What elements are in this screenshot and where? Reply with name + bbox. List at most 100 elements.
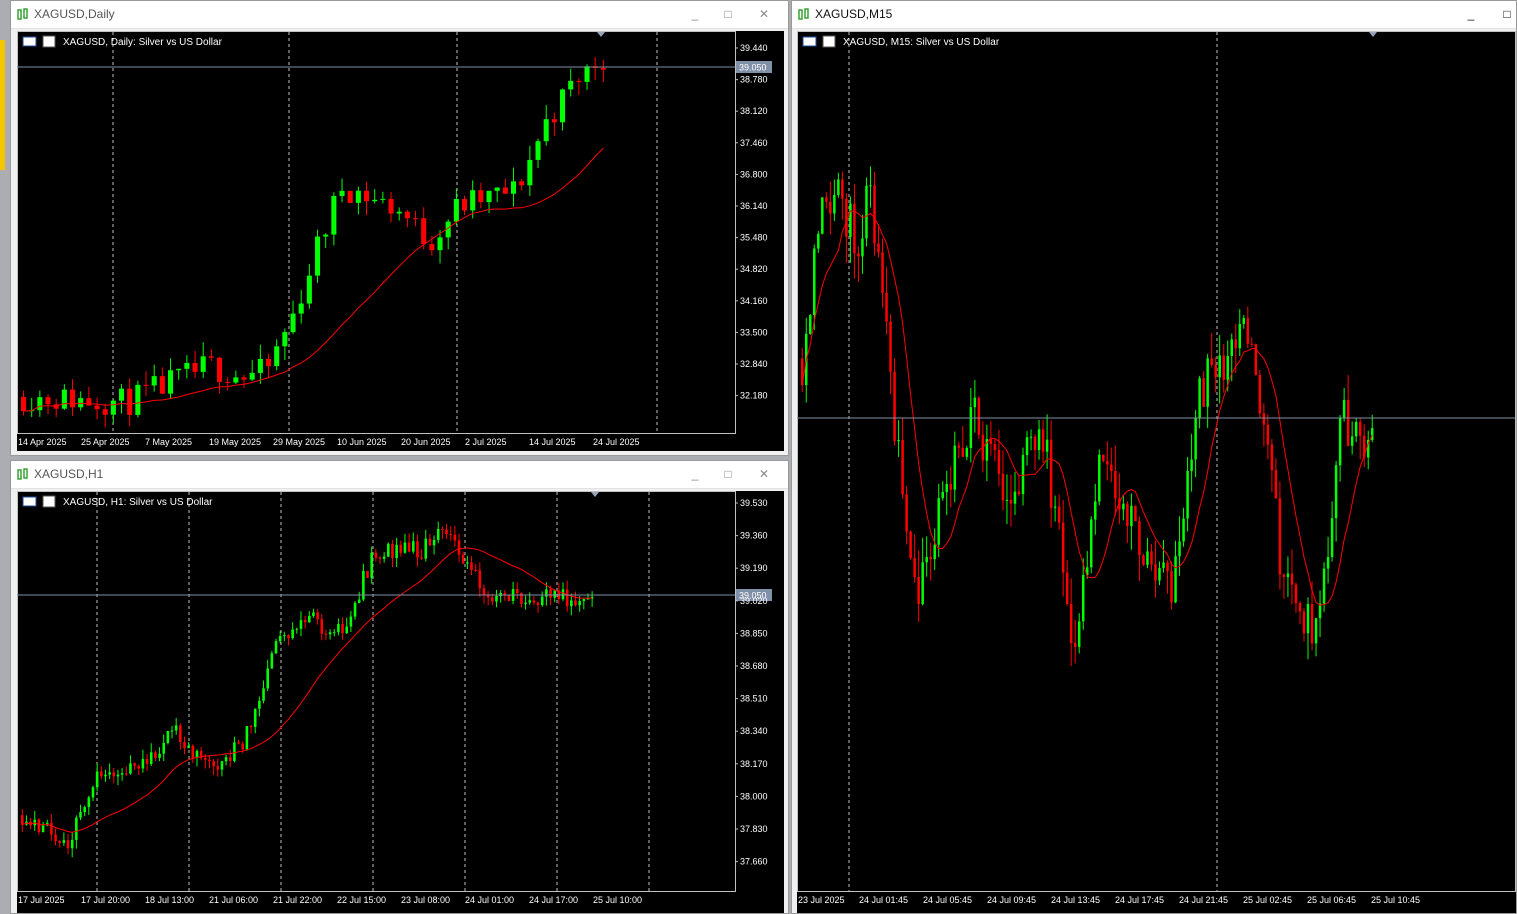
candle-body <box>1106 461 1109 465</box>
chart-window-h1[interactable]: XAGUSD,H1 _ □ ✕ 39.050 39.530 39.360 39.190… <box>10 460 789 914</box>
candle-body <box>179 725 182 743</box>
chart-canvas[interactable]: 39.050 39.440 38.780 38.120 37.460 36.800 36.1… <box>17 31 784 451</box>
price-chart-m15[interactable]: 23 Jul 2025 24 Jul 01:45 24 Jul 05:45 24 Ju… <box>797 31 1517 914</box>
candle-body <box>1186 471 1189 519</box>
plot-frame <box>17 31 736 434</box>
candle-body <box>527 159 533 186</box>
candle-body <box>1278 498 1282 575</box>
candle-body <box>1090 519 1093 568</box>
candle-body <box>1318 603 1322 619</box>
minimize-button[interactable]: _ <box>686 5 704 23</box>
y-tick-label: 38.170 <box>740 759 768 769</box>
x-tick-label: 14 Apr 2025 <box>18 437 67 447</box>
candle-body <box>1021 455 1025 495</box>
candle-body <box>961 447 965 457</box>
candle-body <box>1206 358 1209 407</box>
window-title: XAGUSD,Daily <box>34 7 115 21</box>
candle-body <box>249 726 253 728</box>
candle-body <box>901 439 904 495</box>
minimize-button[interactable]: _ <box>686 465 704 483</box>
candle-body <box>921 562 924 605</box>
candle-body <box>885 292 888 322</box>
candle-body <box>1350 436 1354 446</box>
candle-body <box>1098 454 1101 502</box>
candle-body <box>436 528 440 540</box>
candle-body <box>568 80 574 90</box>
chart-trade-icon <box>42 495 56 508</box>
candle-body <box>295 628 299 630</box>
chart-window-m15[interactable]: XAGUSD,M15 _ □ 23 Jul 2025 24 Jul 01:45 24… <box>791 0 1517 914</box>
candle-body <box>116 774 120 777</box>
candle-body <box>549 589 552 598</box>
maximize-button[interactable]: □ <box>719 5 737 23</box>
y-tick-label: 38.340 <box>740 726 768 736</box>
candle-body <box>913 557 916 578</box>
candle-body <box>1262 413 1266 425</box>
chart-trade-icon <box>822 35 836 48</box>
minimize-button[interactable]: _ <box>1462 5 1480 23</box>
candle-body <box>925 556 928 563</box>
maximize-button[interactable]: □ <box>719 465 737 483</box>
candle-body <box>1017 491 1021 495</box>
candle-body <box>478 570 482 589</box>
candle-body <box>108 772 111 775</box>
candle-body <box>1025 437 1029 456</box>
window-titlebar[interactable]: XAGUSD,H1 _ □ ✕ <box>11 461 788 489</box>
candle-body <box>897 439 900 442</box>
candle-body <box>1198 378 1201 419</box>
chart-list-icon <box>22 36 37 47</box>
close-button[interactable]: ✕ <box>755 5 773 23</box>
candle-body <box>357 599 361 603</box>
y-tick-label: 36.140 <box>740 201 768 211</box>
y-tick-label: 34.160 <box>740 296 768 306</box>
candle-body <box>1338 418 1342 466</box>
x-tick-label: 10 Jun 2025 <box>337 437 387 447</box>
candle-body <box>574 600 577 606</box>
candle-body <box>1334 465 1338 519</box>
candle-body <box>228 757 232 761</box>
candle-body <box>387 543 390 557</box>
candle-body <box>403 542 407 553</box>
candle-body <box>1246 318 1250 344</box>
candle-body <box>1081 574 1085 622</box>
candle-body <box>129 763 132 774</box>
candle-body <box>355 190 361 203</box>
candle-body <box>41 825 45 833</box>
candle-body <box>1282 574 1286 578</box>
chart-canvas[interactable]: 39.05039.53039.36039.19039.02038.85038.6… <box>17 491 784 913</box>
moving-average-line <box>22 547 593 833</box>
candle-body <box>50 822 53 835</box>
candle-body <box>1286 573 1290 578</box>
candle-body <box>441 528 444 530</box>
candle-body <box>162 742 165 754</box>
candle-body <box>845 198 848 237</box>
candle-body <box>170 730 174 732</box>
maximize-button[interactable]: □ <box>1498 5 1516 23</box>
candle-body <box>1182 518 1185 542</box>
y-tick-label: 38.680 <box>740 661 768 671</box>
candle-body <box>45 397 51 405</box>
candle-body <box>1326 556 1330 569</box>
chart-window-daily[interactable]: XAGUSD,Daily _ □ ✕ 39.050 39.440 38.780 38.… <box>10 0 789 456</box>
y-tick-label: 39.020 <box>740 596 768 606</box>
chart-trade-icon <box>42 35 56 48</box>
price-chart-h1[interactable]: 39.050 39.530 39.360 39.190 39.020 38.850 38.6… <box>17 491 784 913</box>
candle-body <box>187 745 190 749</box>
candle-body <box>457 540 461 555</box>
candle-body <box>79 812 82 818</box>
candle-body <box>1310 604 1314 644</box>
chart-canvas[interactable]: 23 Jul 2025 24 Jul 01:45 24 Jul 05:45 24 Ju… <box>797 31 1517 914</box>
current-price-label: 39.050 <box>739 63 767 73</box>
candle-body <box>917 577 920 605</box>
window-titlebar[interactable]: XAGUSD,Daily _ □ ✕ <box>11 1 788 29</box>
chart-description: XAGUSD, H1: Silver vs US Dollar <box>63 497 213 508</box>
close-button[interactable]: ✕ <box>755 465 773 483</box>
candle-body <box>561 589 565 600</box>
candle-body <box>586 598 590 600</box>
window-titlebar[interactable]: XAGUSD,M15 _ □ <box>792 1 1516 29</box>
candle-body <box>833 194 836 214</box>
price-chart-daily[interactable]: 39.050 39.440 38.780 38.120 37.460 36.800 36.1… <box>17 31 784 451</box>
candle-body <box>881 252 884 293</box>
x-tick-label: 21 Jul 06:00 <box>209 895 258 905</box>
candle-body <box>502 187 508 194</box>
